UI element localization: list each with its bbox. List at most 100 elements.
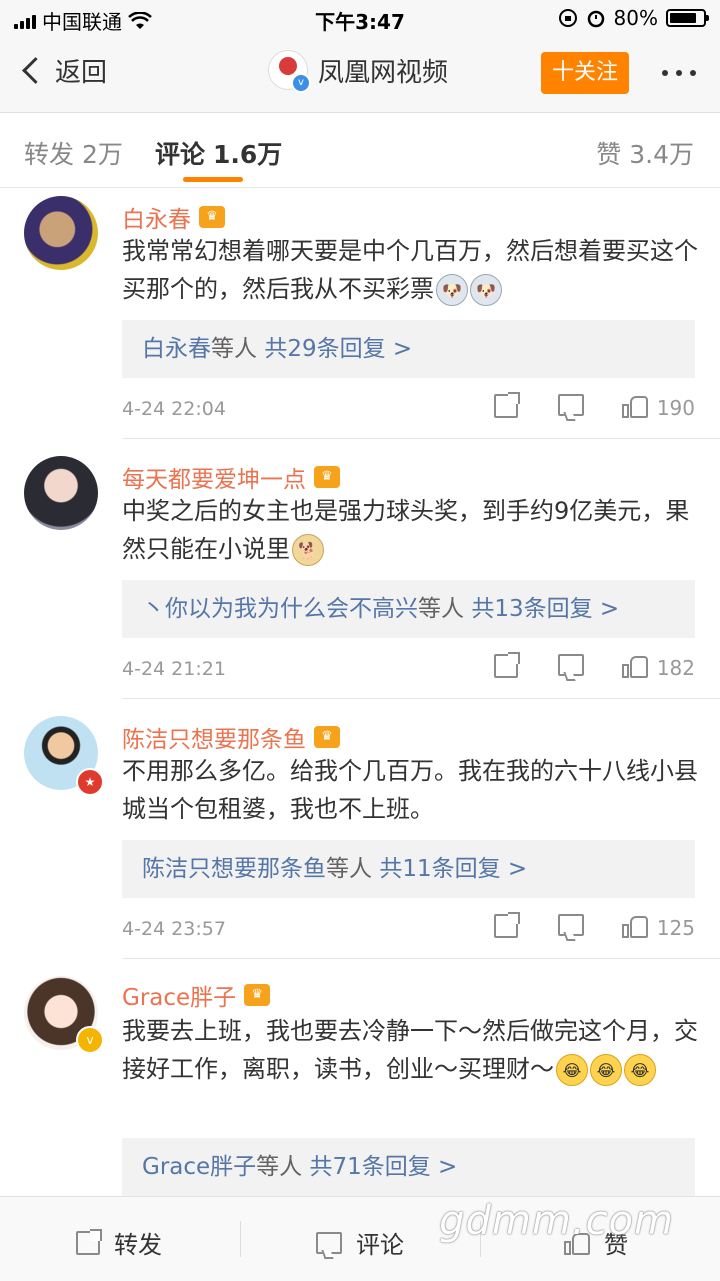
comment-divider <box>122 958 720 959</box>
nav-title[interactable]: v 凤凰网视频 <box>268 50 449 93</box>
status-bar: 中国联通 下午3:47 80% <box>0 0 720 36</box>
reply-mid: 等人 <box>418 596 464 622</box>
alarm-icon <box>587 10 604 28</box>
comment-meta: 4-24 22:04 190 <box>122 388 695 424</box>
reply-summary[interactable]: 丶你以为我为什么会不高兴等人 共13条回复 > <box>122 580 695 638</box>
tab-repost-count: 2万 <box>82 140 123 169</box>
channel-avatar: v <box>268 50 311 93</box>
username-text: 每天都要爱坤一点 <box>122 467 306 493</box>
tab-repost[interactable]: 转发 2万 <box>24 135 123 171</box>
like-count: 182 <box>656 656 695 680</box>
share-icon[interactable] <box>494 392 520 418</box>
comment-button[interactable]: 评论 <box>316 1225 404 1260</box>
reply-mid: 等人 <box>211 336 257 362</box>
repost-button[interactable]: 转发 <box>76 1225 162 1260</box>
comment-date: 4-24 21:21 <box>122 658 226 680</box>
reply-summary[interactable]: 陈洁只想要那条鱼等人 共11条回复 > <box>122 840 695 898</box>
comment-meta: 4-24 21:21 182 <box>122 648 695 684</box>
reply-count: 共13条回复 > <box>471 596 620 622</box>
comment-text-content: 不用那么多亿。给我个几百万。我在我的六十八线小县城当个包租婆，我也不上班。 <box>122 757 698 823</box>
nav-bar: 返回 v 凤凰网视频 十关注 <box>0 36 720 113</box>
reply-users: 丶你以为我为什么会不高兴 <box>142 596 418 622</box>
like-icon[interactable] <box>622 394 648 418</box>
like-count: 125 <box>656 916 695 940</box>
watermark: gdmm.com <box>439 1198 674 1244</box>
separator <box>240 1221 241 1257</box>
chevron-left-icon <box>22 57 49 84</box>
reply-summary[interactable]: Grace胖子等人 共71条回复 > <box>122 1138 695 1196</box>
vip-crown-icon: ♛ <box>314 466 340 488</box>
reply-users: 陈洁只想要那条鱼 <box>142 856 326 882</box>
comment-divider <box>122 438 720 439</box>
reply-summary[interactable]: 白永春等人 共29条回复 > <box>122 320 695 378</box>
username-text: 白永春 <box>122 207 191 233</box>
comment-username[interactable]: 每天都要爱坤一点 ♛ <box>122 460 340 494</box>
comment-date: 4-24 22:04 <box>122 398 226 420</box>
laugh-cry-emoji-icon: 😂 <box>590 1054 622 1086</box>
comment-username[interactable]: Grace胖子 ♛ <box>122 978 271 1012</box>
reply-count: 共71条回复 > <box>309 1154 458 1180</box>
tab-bar: 转发 2万 评论 1.6万 赞 3.4万 <box>0 113 720 188</box>
follow-button[interactable]: 十关注 <box>541 52 629 94</box>
like-count: 190 <box>656 396 695 420</box>
back-button[interactable]: 返回 <box>20 52 107 89</box>
reply-count: 共11条回复 > <box>379 856 528 882</box>
like-icon[interactable] <box>622 914 648 938</box>
battery-icon <box>666 9 709 27</box>
reply-users: Grace胖子 <box>142 1154 257 1180</box>
comment-username[interactable]: 白永春 ♛ <box>122 200 225 234</box>
comment-username[interactable]: 陈洁只想要那条鱼 ♛ <box>122 720 340 754</box>
more-icon[interactable] <box>662 70 696 76</box>
tab-likes-count: 3.4万 <box>629 140 694 169</box>
tab-likes-label: 赞 <box>596 140 622 169</box>
tab-active-indicator <box>183 177 243 182</box>
reply-mid: 等人 <box>256 1154 303 1180</box>
back-label: 返回 <box>55 58 108 88</box>
reply-icon[interactable] <box>558 908 584 936</box>
share-icon[interactable] <box>494 912 520 938</box>
comment-text-content: 我常常幻想着哪天要是中个几百万，然后想着要买这个买那个的，然后我从不买彩票 <box>122 237 698 303</box>
comment-text: 不用那么多亿。给我个几百万。我在我的六十八线小县城当个包租婆，我也不上班。 <box>122 752 702 828</box>
phoenix-logo-icon <box>279 57 297 75</box>
comment-text: 中奖之后的女主也是强力球头奖，到手约9亿美元，果然只能在小说里 🐕 <box>122 492 702 568</box>
laugh-cry-emoji-icon: 😂 <box>556 1054 588 1086</box>
verified-badge-icon: ★ <box>76 768 104 796</box>
comment-text-content: 中奖之后的女主也是强力球头奖，到手约9亿美元，果然只能在小说里 <box>122 497 690 563</box>
verified-badge-icon: v <box>76 1026 104 1054</box>
reply-mid: 等人 <box>326 856 372 882</box>
avatar[interactable] <box>24 196 98 270</box>
vip-crown-icon: ♛ <box>314 726 340 748</box>
tab-comments[interactable]: 评论 1.6万 <box>155 135 282 171</box>
battery-percent: 80% <box>613 6 658 30</box>
comment-icon <box>316 1226 342 1254</box>
like-icon[interactable] <box>622 654 648 678</box>
comment-meta: 4-24 23:57 125 <box>122 908 695 944</box>
doge-emoji-icon: 🐕 <box>292 534 324 566</box>
vip-crown-icon: ♛ <box>244 984 271 1006</box>
avatar[interactable] <box>24 456 98 530</box>
reply-count: 共29条回复 > <box>264 336 413 362</box>
status-right: 80% <box>558 6 709 30</box>
comment-divider <box>122 698 720 699</box>
vip-crown-icon: ♛ <box>199 206 225 228</box>
husky-emoji-icon: 🐶 <box>470 274 502 306</box>
rotation-lock-icon <box>558 9 577 27</box>
husky-emoji-icon: 🐶 <box>436 274 468 306</box>
username-text: Grace胖子 <box>122 985 237 1011</box>
tab-repost-label: 转发 <box>24 140 75 169</box>
verified-icon: v <box>291 73 311 93</box>
tab-comments-count: 1.6万 <box>213 140 283 169</box>
comment-text: 我要去上班，我也要去冷静一下～然后做完这个月，交接好工作，离职，读书，创业～买理… <box>122 1012 702 1088</box>
comment-date: 4-24 23:57 <box>122 918 226 940</box>
reply-icon[interactable] <box>558 388 584 416</box>
reply-icon[interactable] <box>558 648 584 676</box>
repost-label: 转发 <box>114 1231 162 1259</box>
share-icon[interactable] <box>494 652 520 678</box>
tab-comments-label: 评论 <box>155 140 206 169</box>
comment-label: 评论 <box>356 1231 404 1259</box>
tab-likes[interactable]: 赞 3.4万 <box>596 135 694 171</box>
username-text: 陈洁只想要那条鱼 <box>122 727 306 753</box>
repost-icon <box>76 1228 102 1255</box>
reply-users: 白永春 <box>142 336 211 362</box>
channel-name: 凤凰网视频 <box>318 57 449 88</box>
